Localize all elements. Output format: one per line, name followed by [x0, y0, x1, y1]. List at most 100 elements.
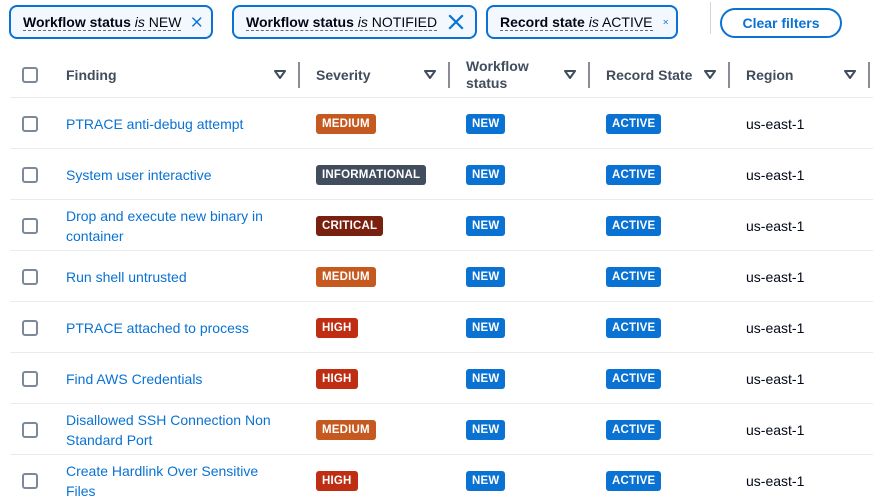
finding-cell: Disallowed SSH Connection Non Standard Po… [66, 404, 286, 455]
column-header-workflow-status[interactable]: Workflow status [466, 52, 606, 98]
filter-token-label: Workflow status is NOTIFIED [246, 13, 438, 31]
finding-link[interactable]: Disallowed SSH Connection Non Standard Po… [66, 410, 286, 450]
filter-token-record-active[interactable]: Record state is ACTIVE [486, 5, 678, 39]
severity-badge: MEDIUM [316, 113, 376, 134]
column-header-region[interactable]: Region [746, 52, 873, 98]
row-checkbox[interactable] [22, 115, 38, 132]
region-cell: us-east-1 [746, 200, 804, 251]
select-all-checkbox[interactable] [22, 67, 38, 83]
record-state-cell: ACTIVE [606, 98, 662, 149]
finding-link[interactable]: Find AWS Credentials [66, 369, 286, 389]
table-row[interactable]: Create Hardlink Over Sensitive Files HIGH… [10, 455, 873, 499]
severity-cell: INFORMATIONAL [316, 149, 427, 200]
row-select-cell[interactable] [22, 98, 38, 149]
column-header-severity[interactable]: Severity [316, 52, 456, 98]
region-cell: us-east-1 [746, 251, 804, 302]
table-row[interactable]: Disallowed SSH Connection Non Standard Po… [10, 404, 873, 455]
workflow-status-badge: NEW [466, 317, 506, 338]
row-checkbox[interactable] [22, 166, 38, 183]
workflow-status-cell: NEW [466, 251, 506, 302]
row-checkbox[interactable] [22, 421, 38, 438]
caret-down-icon[interactable] [564, 70, 576, 80]
column-header-record-state[interactable]: Record State [606, 52, 746, 98]
column-header-finding[interactable]: Finding [66, 52, 300, 98]
finding-cell: System user interactive [66, 149, 286, 200]
caret-down-icon[interactable] [704, 70, 716, 80]
record-state-cell: ACTIVE [606, 251, 662, 302]
finding-link[interactable]: PTRACE anti-debug attempt [66, 114, 286, 134]
record-state-badge: ACTIVE [606, 215, 662, 236]
finding-link[interactable]: Drop and execute new binary in container [66, 206, 286, 246]
severity-badge: MEDIUM [316, 419, 376, 440]
finding-link[interactable]: Run shell untrusted [66, 267, 286, 287]
workflow-status-badge: NEW [466, 368, 506, 389]
record-state-badge: ACTIVE [606, 164, 662, 185]
table-row[interactable]: PTRACE anti-debug attempt MEDIUM NEW ACT… [10, 98, 873, 149]
column-label: Region [746, 66, 794, 83]
column-divider[interactable] [448, 62, 450, 88]
row-checkbox[interactable] [22, 472, 38, 489]
row-checkbox[interactable] [22, 319, 38, 336]
row-checkbox[interactable] [22, 217, 38, 234]
table-row[interactable]: System user interactive INFORMATIONAL NE… [10, 149, 873, 200]
table-row[interactable]: PTRACE attached to process HIGH NEW ACTI… [10, 302, 873, 353]
region-value: us-east-1 [746, 370, 805, 387]
caret-down-icon[interactable] [274, 70, 286, 80]
column-divider[interactable] [298, 62, 300, 88]
row-select-cell[interactable] [22, 302, 38, 353]
close-icon[interactable] [191, 13, 203, 31]
severity-badge: CRITICAL [316, 215, 384, 236]
column-label: Workflow status [466, 58, 529, 91]
clear-filters-button[interactable]: Clear filters [720, 8, 842, 38]
finding-cell: Drop and execute new binary in container [66, 200, 286, 251]
region-cell: us-east-1 [746, 404, 804, 455]
record-state-badge: ACTIVE [606, 470, 662, 491]
finding-cell: Create Hardlink Over Sensitive Files [66, 455, 286, 499]
row-select-cell[interactable] [22, 455, 38, 499]
record-state-cell: ACTIVE [606, 200, 662, 251]
column-divider[interactable] [868, 62, 870, 88]
filter-token-workflow-notified[interactable]: Workflow status is NOTIFIED [232, 5, 477, 39]
workflow-status-badge: NEW [466, 113, 506, 134]
column-divider[interactable] [588, 62, 590, 88]
finding-link[interactable]: System user interactive [66, 165, 286, 185]
table-row[interactable]: Drop and execute new binary in container … [10, 200, 873, 251]
table-row[interactable]: Find AWS Credentials HIGH NEW ACTIVE us-… [10, 353, 873, 404]
row-checkbox[interactable] [22, 370, 38, 387]
workflow-status-cell: NEW [466, 353, 506, 404]
caret-down-icon[interactable] [424, 70, 436, 80]
filter-token-workflow-new[interactable]: Workflow status is NEW [9, 5, 213, 39]
row-select-cell[interactable] [22, 149, 38, 200]
region-cell: us-east-1 [746, 302, 804, 353]
workflow-status-badge: NEW [466, 266, 506, 287]
filter-token-label: Record state is ACTIVE [500, 13, 653, 31]
finding-cell: Find AWS Credentials [66, 353, 286, 404]
filter-separator [710, 2, 711, 34]
severity-badge: HIGH [316, 470, 358, 491]
select-all-cell[interactable] [22, 52, 38, 98]
row-select-cell[interactable] [22, 353, 38, 404]
row-select-cell[interactable] [22, 251, 38, 302]
finding-cell: Run shell untrusted [66, 251, 286, 302]
caret-down-icon[interactable] [844, 70, 856, 80]
severity-badge: HIGH [316, 368, 358, 389]
close-icon[interactable] [662, 13, 668, 31]
close-icon[interactable] [447, 13, 465, 31]
workflow-status-badge: NEW [466, 470, 506, 491]
table-body: PTRACE anti-debug attempt MEDIUM NEW ACT… [0, 98, 873, 499]
findings-table: Finding Severity Workflow status Record S… [0, 52, 873, 499]
severity-cell: HIGH [316, 353, 358, 404]
row-select-cell[interactable] [22, 404, 38, 455]
finding-link[interactable]: Create Hardlink Over Sensitive Files [66, 461, 286, 499]
row-select-cell[interactable] [22, 200, 38, 251]
row-checkbox[interactable] [22, 268, 38, 285]
record-state-cell: ACTIVE [606, 353, 662, 404]
table-row[interactable]: Run shell untrusted MEDIUM NEW ACTIVE us… [10, 251, 873, 302]
severity-cell: MEDIUM [316, 98, 376, 149]
severity-badge: INFORMATIONAL [316, 164, 427, 185]
column-divider[interactable] [728, 62, 730, 88]
filter-token-label: Workflow status is NEW [23, 13, 182, 31]
region-value: us-east-1 [746, 115, 805, 132]
record-state-cell: ACTIVE [606, 404, 662, 455]
finding-link[interactable]: PTRACE attached to process [66, 318, 286, 338]
